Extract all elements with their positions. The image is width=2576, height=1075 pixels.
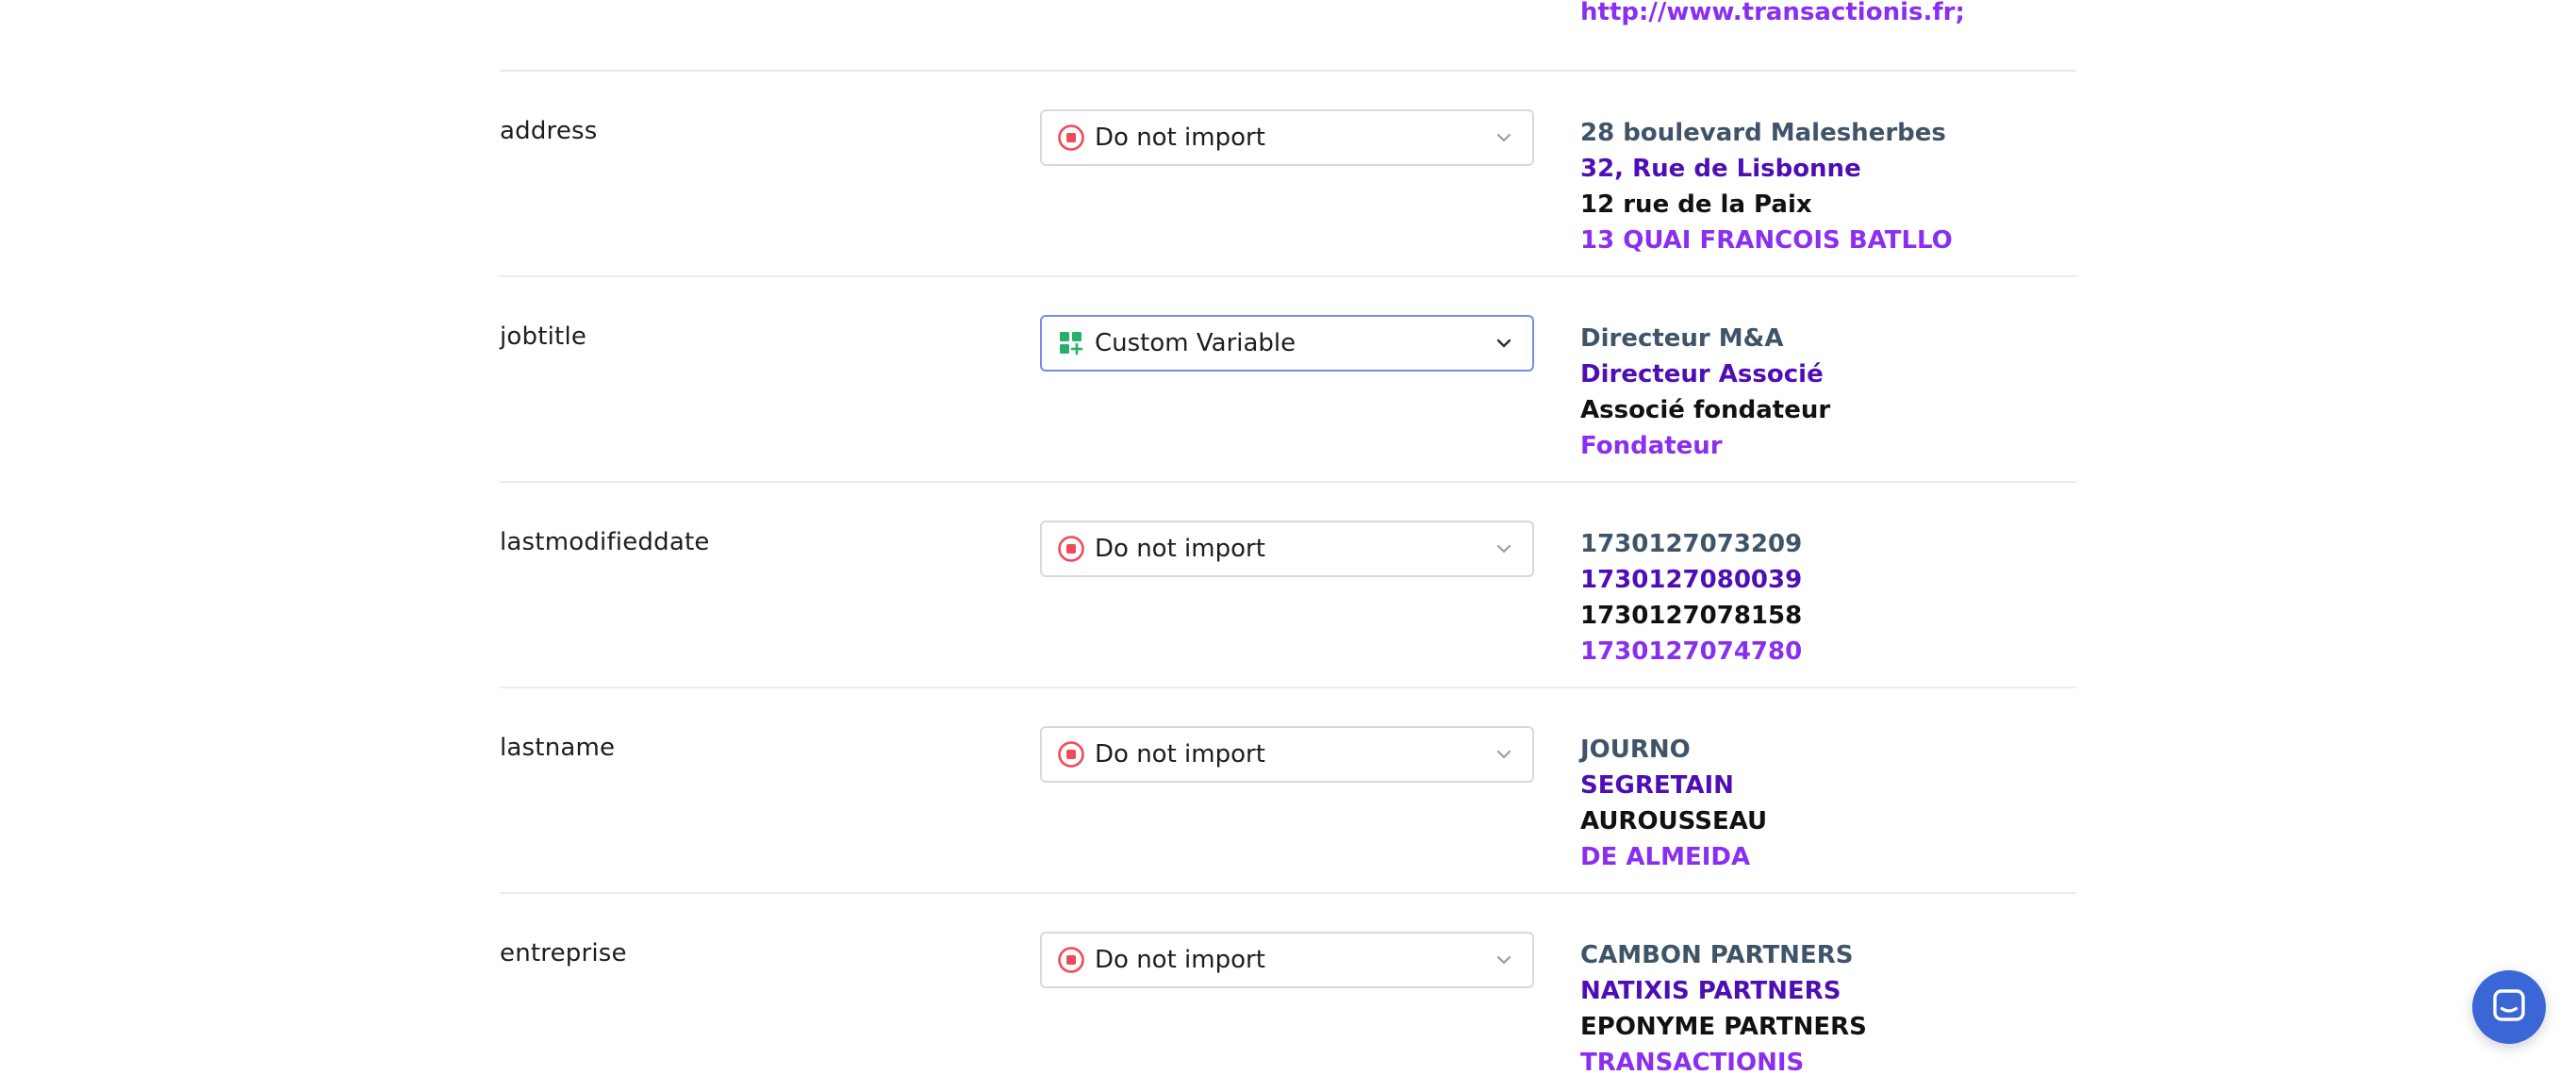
sample-value: DE ALMEIDA [1580, 843, 1751, 871]
table-row: lastname Do not import JOURNO SEGRETAIN … [500, 688, 2076, 894]
sample-values: CAMBON PARTNERS NATIXIS PARTNERS EPONYME… [1580, 937, 1867, 1075]
stop-circle-icon [1057, 124, 1085, 152]
sample-values: Directeur M&A Directeur Associé Associé … [1580, 321, 1830, 464]
sample-value: AUROUSSEAU [1580, 807, 1768, 835]
sample-value: TRANSACTIONIS [1580, 1049, 1805, 1075]
sample-value: Directeur M&A [1580, 324, 1784, 353]
table-row: jobtitle Custom Variable Directeur M&A D… [500, 277, 2076, 483]
import-option-select[interactable]: Do not import [1040, 109, 1534, 166]
table-row: lastmodifieddate Do not import 173012707… [500, 483, 2076, 688]
stop-circle-icon [1057, 946, 1085, 974]
import-option-select[interactable]: Do not import [1040, 521, 1534, 577]
select-value: Do not import [1095, 535, 1265, 563]
sample-value: EPONYME PARTNERS [1580, 1013, 1867, 1041]
sample-values: http://www.transactionis.fr; [1580, 0, 1965, 30]
table-row: http://www.transactionis.fr; [500, 0, 2076, 72]
chevron-down-icon [1493, 538, 1515, 560]
chat-launcher-button[interactable] [2472, 970, 2546, 1044]
stop-circle-icon [1057, 740, 1085, 769]
select-value: Do not import [1095, 946, 1265, 974]
sample-value: 1730127078158 [1580, 602, 1803, 630]
sample-value: 1730127073209 [1580, 530, 1803, 558]
field-mapping-table: http://www.transactionis.fr; address Do … [500, 0, 2076, 1075]
sample-value: 1730127074780 [1580, 637, 1803, 666]
import-option-select[interactable]: Do not import [1040, 932, 1534, 988]
mapping-page: http://www.transactionis.fr; address Do … [0, 0, 2576, 1075]
sample-value: Fondateur [1580, 432, 1723, 460]
sample-value: JOURNO [1580, 736, 1691, 764]
field-name: lastname [500, 734, 616, 762]
sample-values: 28 boulevard Malesherbes 32, Rue de Lisb… [1580, 115, 1953, 258]
sample-value: 1730127080039 [1580, 566, 1803, 594]
sample-value: SEGRETAIN [1580, 771, 1734, 800]
field-name: entreprise [500, 939, 627, 968]
table-row: entreprise Do not import CAMBON PARTNERS… [500, 894, 2076, 1075]
import-option-select[interactable]: Custom Variable [1040, 315, 1534, 372]
chevron-down-icon [1493, 743, 1515, 766]
sample-value: NATIXIS PARTNERS [1580, 977, 1841, 1005]
chevron-down-icon [1493, 949, 1515, 971]
sample-values: JOURNO SEGRETAIN AUROUSSEAU DE ALMEIDA [1580, 732, 1767, 875]
select-value: Do not import [1095, 740, 1265, 769]
select-value: Do not import [1095, 124, 1265, 152]
table-row: address Do not import 28 boulevard Males… [500, 72, 2076, 277]
field-name: jobtitle [500, 322, 587, 351]
sample-value: http://www.transactionis.fr; [1580, 0, 1965, 26]
sample-value: CAMBON PARTNERS [1580, 941, 1854, 969]
field-name: address [500, 117, 598, 145]
sample-value: 12 rue de la Paix [1580, 190, 1812, 219]
chat-icon [2490, 986, 2528, 1028]
select-value: Custom Variable [1095, 329, 1296, 357]
custom-variable-icon [1057, 329, 1085, 357]
import-option-select[interactable]: Do not import [1040, 726, 1534, 783]
field-name: lastmodifieddate [500, 528, 710, 556]
sample-value: 28 boulevard Malesherbes [1580, 119, 1946, 147]
chevron-down-icon [1493, 126, 1515, 149]
sample-value: 13 QUAI FRANCOIS BATLLO [1580, 226, 1953, 255]
chevron-down-icon [1493, 332, 1515, 355]
sample-value: 32, Rue de Lisbonne [1580, 155, 1861, 183]
stop-circle-icon [1057, 535, 1085, 563]
sample-values: 1730127073209 1730127080039 173012707815… [1580, 526, 1802, 670]
sample-value: Directeur Associé [1580, 360, 1824, 389]
sample-value: Associé fondateur [1580, 396, 1831, 424]
